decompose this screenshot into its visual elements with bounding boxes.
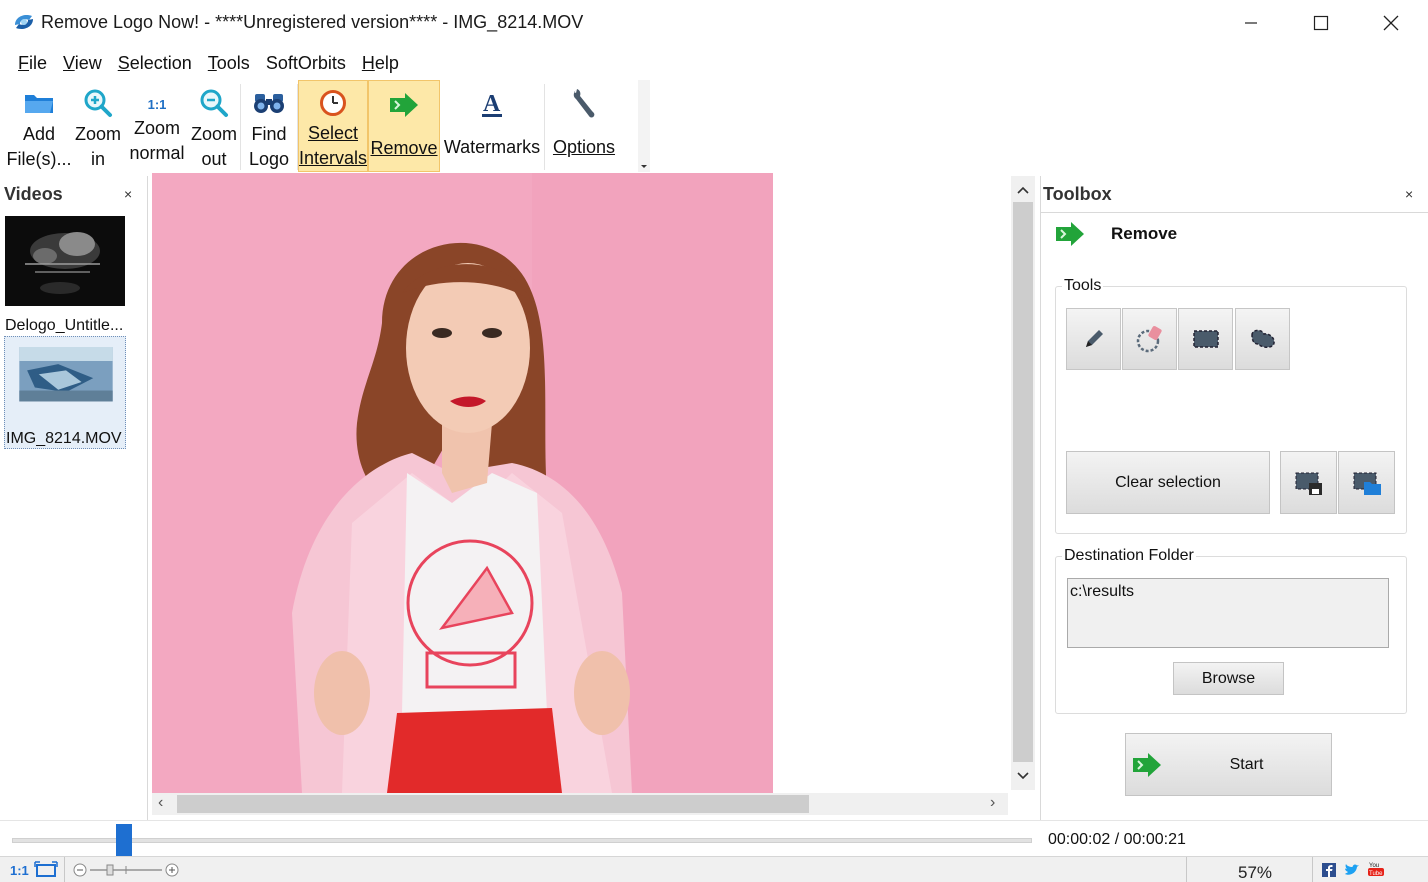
vertical-scroll-thumb[interactable]	[1013, 202, 1033, 762]
menu-help[interactable]: Help	[354, 50, 407, 76]
add-files-button[interactable]: Add File(s)...	[7, 80, 72, 172]
find-logo-button[interactable]: Find Logo	[241, 80, 297, 172]
lasso-selection-icon	[1250, 329, 1275, 348]
eraser-tool-button[interactable]	[1122, 308, 1177, 370]
start-button[interactable]: Start	[1125, 733, 1332, 796]
text-a-icon: A	[482, 91, 502, 117]
horizontal-scrollbar[interactable]: ‹ ›	[152, 793, 1008, 815]
svg-text:A: A	[483, 91, 501, 117]
toolbar-overflow-grip[interactable]	[638, 80, 650, 172]
videos-panel: Videos × Delogo_Untitle... IMG_8214.MOV	[0, 176, 148, 820]
save-selection-icon	[1295, 472, 1322, 495]
close-button[interactable]	[1356, 0, 1426, 46]
twitter-icon[interactable]	[1344, 863, 1360, 877]
status-separator	[64, 857, 65, 882]
timeline-track[interactable]	[12, 838, 1032, 843]
status-separator	[1186, 857, 1187, 882]
zoom-normal-icon: 1:1	[147, 96, 167, 112]
toolbox-close-button[interactable]: ×	[1405, 186, 1413, 202]
menu-file[interactable]: File	[0, 50, 55, 76]
menu-view[interactable]: View	[55, 50, 110, 76]
status-zoom-normal-button[interactable]: 1:1	[10, 863, 29, 878]
minimize-button[interactable]	[1216, 0, 1286, 46]
watermarks-button[interactable]: A Watermarks	[440, 80, 544, 172]
toolbar: Add File(s)... Zoom in 1:1 Zoom normal Z…	[7, 80, 650, 172]
clock-icon	[320, 90, 346, 116]
videos-panel-close-button[interactable]: ×	[124, 186, 132, 202]
options-button[interactable]: Options	[545, 80, 623, 172]
zoom-out-icon	[200, 89, 228, 117]
load-selection-icon	[1353, 472, 1381, 495]
destination-legend: Destination Folder	[1062, 547, 1196, 565]
load-selection-button[interactable]	[1338, 451, 1395, 514]
menu-softorbits[interactable]: SoftOrbits	[258, 50, 354, 76]
pencil-icon	[1085, 330, 1103, 347]
videos-panel-title: Videos	[4, 184, 63, 204]
app-logo-icon	[15, 15, 33, 29]
status-separator	[1312, 857, 1313, 882]
remove-button[interactable]: Remove	[368, 80, 440, 172]
window-title: Remove Logo Now! - ****Unregistered vers…	[41, 12, 584, 32]
menu-bar: File View Selection Tools SoftOrbits Hel…	[0, 50, 407, 76]
toolbox-title: Toolbox	[1043, 184, 1112, 204]
minimize-icon	[1245, 22, 1257, 24]
scroll-right-icon[interactable]: ›	[990, 794, 995, 812]
zoom-percent: 57%	[1238, 863, 1273, 882]
toolbox-section-title: Remove	[1111, 224, 1178, 243]
video-thumbnail	[5, 216, 125, 306]
tools-legend: Tools	[1062, 277, 1104, 295]
zoom-normal-button[interactable]: 1:1 Zoom normal	[126, 80, 188, 172]
lasso-tool-button[interactable]	[1235, 308, 1290, 370]
rectangle-selection-icon	[1192, 330, 1219, 348]
timeline-bar: 00:00:02 / 00:00:21	[0, 820, 1428, 856]
youtube-icon[interactable]: YouTube	[1367, 861, 1385, 877]
folder-icon	[25, 95, 53, 113]
video-item[interactable]: IMG_8214.MOV	[4, 336, 126, 449]
fit-screen-icon[interactable]	[34, 861, 58, 879]
pencil-tool-button[interactable]	[1066, 308, 1121, 370]
vertical-scrollbar[interactable]	[1011, 176, 1035, 790]
video-name: IMG_8214.MOV	[6, 430, 122, 447]
timeline-handle[interactable]	[116, 824, 132, 856]
video-item[interactable]: Delogo_Untitle...	[4, 216, 126, 335]
browse-button[interactable]: Browse	[1173, 662, 1284, 695]
zoom-slider[interactable]	[70, 860, 180, 880]
destination-folder-field[interactable]: c:\results	[1067, 578, 1389, 648]
svg-text:Tube: Tube	[1369, 871, 1383, 877]
zoom-out-button[interactable]: Zoom out	[188, 80, 240, 172]
video-frame-image	[152, 173, 773, 793]
clear-selection-button[interactable]: Clear selection	[1066, 451, 1270, 514]
title-bar: Remove Logo Now! - ****Unregistered vers…	[0, 0, 1428, 46]
close-icon	[1383, 15, 1399, 31]
zoom-in-icon	[84, 89, 112, 117]
video-name: Delogo_Untitle...	[5, 317, 124, 334]
rectangle-select-tool-button[interactable]	[1178, 308, 1233, 370]
start-button-label: Start	[1229, 755, 1264, 773]
binoculars-icon	[254, 94, 284, 113]
video-thumbnail	[19, 347, 113, 402]
toolbox-panel: Toolbox × Remove Tools Clear selection D…	[1040, 176, 1428, 820]
facebook-icon[interactable]	[1322, 863, 1336, 877]
maximize-button[interactable]	[1286, 0, 1356, 46]
eraser-icon	[1136, 326, 1162, 353]
select-intervals-button[interactable]: Select Intervals	[298, 80, 368, 172]
status-bar: 1:1 57% You Tube	[0, 856, 1428, 882]
green-arrow-icon	[390, 93, 418, 117]
time-readout: 00:00:02 / 00:00:21	[1048, 831, 1186, 848]
maximize-icon	[1313, 15, 1329, 31]
save-selection-button[interactable]	[1280, 451, 1337, 514]
menu-selection[interactable]: Selection	[110, 50, 200, 76]
menu-tools[interactable]: Tools	[200, 50, 258, 76]
scroll-left-icon[interactable]: ‹	[158, 794, 163, 812]
wrench-icon	[573, 89, 595, 118]
video-canvas[interactable]	[152, 173, 1008, 793]
scroll-down-icon[interactable]	[1011, 766, 1035, 786]
green-arrow-icon	[1133, 753, 1161, 777]
horizontal-scroll-thumb[interactable]	[177, 795, 809, 813]
green-arrow-icon	[1056, 222, 1084, 246]
zoom-in-button[interactable]: Zoom in	[70, 80, 126, 172]
chevron-down-icon	[641, 165, 647, 168]
scroll-up-icon[interactable]	[1011, 180, 1035, 200]
